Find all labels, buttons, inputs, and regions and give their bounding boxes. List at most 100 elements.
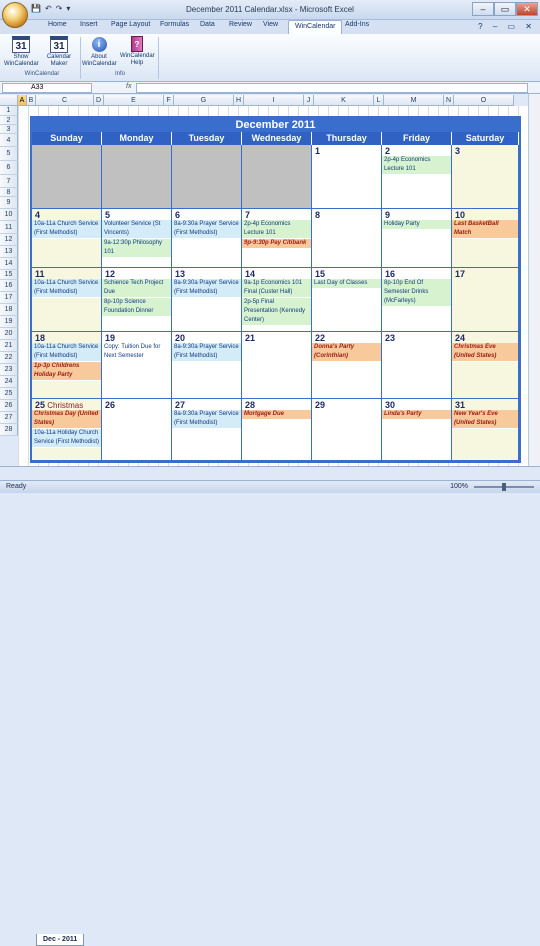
maximize-button[interactable]: ▭ [494, 2, 516, 16]
calendar-day-cell[interactable]: 2 2p-4p Economics Lecture 101 [382, 145, 452, 209]
row-header[interactable]: 14 [0, 258, 18, 270]
column-header[interactable]: I [244, 95, 304, 106]
calendar-maker-button[interactable]: 31 Calendar Maker [42, 36, 76, 68]
row-header[interactable]: 20 [0, 328, 18, 340]
row-header[interactable]: 2 [0, 116, 18, 125]
calendar-day-cell[interactable]: 5 Volunteer Service (St Vincents) 9a-12:30… [102, 209, 172, 268]
calendar-event[interactable]: Last Day of Classes [312, 279, 381, 289]
calendar-day-cell[interactable]: 1 [312, 145, 382, 209]
calendar-event[interactable]: 9p-9:30p Pay Citibank [242, 239, 311, 249]
row-header[interactable]: 16 [0, 280, 18, 292]
calendar-day-cell[interactable]: 16 8p-10p End Of Semester Drinks (McFarle… [382, 268, 452, 332]
wincalendar-help-button[interactable]: ? WinCalendar Help [120, 36, 155, 67]
calendar-day-cell[interactable]: 15 Last Day of Classes [312, 268, 382, 332]
row-header[interactable]: 3 [0, 125, 18, 134]
row-header[interactable]: 11 [0, 221, 18, 234]
select-all-corner[interactable] [0, 95, 18, 106]
column-header[interactable]: B [27, 95, 36, 106]
zoom-slider[interactable] [474, 483, 534, 491]
tab-page-layout[interactable]: Page Layout [111, 21, 150, 28]
calendar-event[interactable]: Volunteer Service (St Vincents) [102, 220, 171, 239]
calendar-day-cell[interactable]: 13 8a-9:30a Prayer Service (First Methodi… [172, 268, 242, 332]
calendar-day-cell[interactable]: 30 Linda's Party [382, 399, 452, 461]
calendar-event[interactable]: 2p-5p Final Presentation (Kennedy Center… [242, 298, 311, 326]
calendar-event[interactable]: Last BasketBall Match [452, 220, 518, 239]
calendar-event[interactable]: Copy: Tuition Due for Next Semester [102, 343, 171, 362]
row-header[interactable]: 22 [0, 352, 18, 364]
minimize-button[interactable]: – [472, 2, 494, 16]
calendar-day-cell[interactable]: 25 Christmas Christmas Day (United States… [32, 399, 102, 461]
row-header[interactable]: 5 [0, 147, 18, 161]
calendar-event[interactable]: 10a-11a Holiday Church Service (First Me… [32, 429, 101, 448]
calendar-event[interactable]: 8a-9:30a Prayer Service (First Methodist… [172, 410, 241, 429]
row-header[interactable]: 21 [0, 340, 18, 352]
calendar-day-cell[interactable]: 17 [452, 268, 519, 332]
column-header[interactable]: A [18, 95, 27, 106]
zoom-level[interactable]: 100% [450, 483, 468, 490]
ribbon-window-controls[interactable]: ? – ▭ ✕ [478, 22, 536, 31]
calendar-day-cell[interactable] [102, 145, 172, 209]
calendar-day-cell[interactable]: 10 Last BasketBall Match [452, 209, 519, 268]
calendar-event[interactable]: 8a-9:30a Prayer Service (First Methodist… [172, 220, 241, 239]
row-header[interactable]: 23 [0, 364, 18, 376]
tab-view[interactable]: View [263, 21, 278, 28]
sheet-tab-dec-2011[interactable]: Dec - 2011 [36, 934, 85, 946]
calendar-event[interactable]: 9a-12:30p Philosophy 101 [102, 239, 171, 258]
calendar-day-cell[interactable] [172, 145, 242, 209]
calendar-event[interactable]: 8a-9:30a Prayer Service (First Methodist… [172, 279, 241, 298]
calendar-event[interactable]: 8a-9:30a Prayer Service (First Methodist… [172, 343, 241, 362]
column-header[interactable]: H [234, 95, 244, 106]
calendar-event[interactable]: 8p-10p End Of Semester Drinks (McFarleys… [382, 279, 451, 307]
calendar-day-cell[interactable]: 31 New Year's Eve (United States) [452, 399, 519, 461]
calendar-day-cell[interactable]: 18 10a-11a Church Service (First Methodis… [32, 332, 102, 399]
tab-home[interactable]: Home [48, 21, 67, 28]
calendar-event[interactable]: 10a-11a Church Service (First Methodist) [32, 220, 101, 239]
tab-data[interactable]: Data [200, 21, 215, 28]
row-header[interactable]: 13 [0, 246, 18, 258]
row-header[interactable]: 8 [0, 188, 18, 197]
column-header[interactable]: J [304, 95, 314, 106]
calendar-day-cell[interactable]: 19 Copy: Tuition Due for Next Semester [102, 332, 172, 399]
calendar-event[interactable]: 10a-11a Church Service (First Methodist) [32, 343, 101, 362]
row-header[interactable]: 17 [0, 292, 18, 304]
row-header[interactable]: 4 [0, 134, 18, 147]
calendar-day-cell[interactable]: 27 8a-9:30a Prayer Service (First Methodi… [172, 399, 242, 461]
column-header[interactable]: O [454, 95, 514, 106]
calendar-day-cell[interactable]: 14 9a-1p Economics 101 Final (Custer Hall… [242, 268, 312, 332]
column-header[interactable]: L [374, 95, 384, 106]
column-header[interactable]: K [314, 95, 374, 106]
tab-add-ins[interactable]: Add-Ins [345, 21, 369, 28]
calendar-event[interactable]: 2p-4p Economics Lecture 101 [242, 220, 311, 239]
row-header[interactable]: 15 [0, 270, 18, 280]
calendar-event[interactable]: Donna's Party (Corinthian) [312, 343, 381, 362]
calendar-event[interactable]: Mortgage Due [242, 410, 311, 420]
column-header[interactable]: C [36, 95, 94, 106]
close-button[interactable]: ✕ [516, 2, 538, 16]
calendar-event[interactable]: Linda's Party [382, 410, 451, 420]
calendar-event[interactable]: 1p-3p Childrens Holiday Party [32, 362, 101, 381]
calendar-day-cell[interactable]: 7 2p-4p Economics Lecture 101 9p-9:30p Pay… [242, 209, 312, 268]
tab-wincalendar[interactable]: WinCalendar [288, 20, 343, 34]
calendar-day-cell[interactable] [32, 145, 102, 209]
column-header[interactable]: F [164, 95, 174, 106]
calendar-day-cell[interactable]: 4 10a-11a Church Service (First Methodist… [32, 209, 102, 268]
calendar-day-cell[interactable]: 6 8a-9:30a Prayer Service (First Methodis… [172, 209, 242, 268]
row-header[interactable]: 7 [0, 175, 18, 188]
calendar-day-cell[interactable]: 24 Christmas Eve (United States) [452, 332, 519, 399]
row-header[interactable]: 26 [0, 400, 18, 412]
calendar-day-cell[interactable]: 8 [312, 209, 382, 268]
calendar-day-cell[interactable]: 21 [242, 332, 312, 399]
calendar-day-cell[interactable]: 12 Schience Tech Project Due 8p-10p Scienc… [102, 268, 172, 332]
calendar-day-cell[interactable]: 26 [102, 399, 172, 461]
calendar-event[interactable]: 10a-11a Church Service (First Methodist) [32, 279, 101, 298]
row-header[interactable]: 18 [0, 304, 18, 316]
calendar-day-cell[interactable]: 20 8a-9:30a Prayer Service (First Methodi… [172, 332, 242, 399]
row-header[interactable]: 6 [0, 161, 18, 175]
calendar-event[interactable]: 9a-1p Economics 101 Final (Custer Hall) [242, 279, 311, 298]
office-button[interactable] [2, 2, 28, 28]
vertical-scrollbar[interactable] [528, 94, 540, 466]
row-header[interactable]: 27 [0, 412, 18, 424]
row-header[interactable]: 1 [0, 106, 18, 116]
column-header[interactable]: M [384, 95, 444, 106]
fx-icon[interactable]: fx [126, 83, 131, 90]
